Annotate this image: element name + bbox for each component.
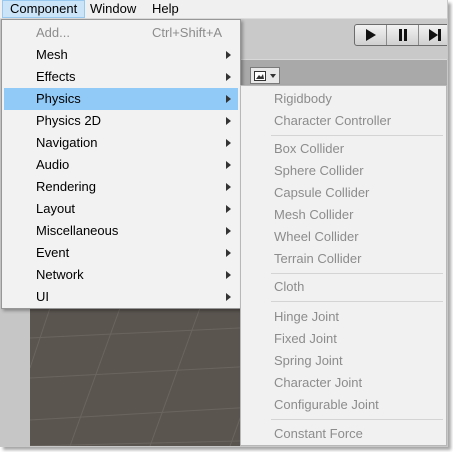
play-button[interactable] — [355, 25, 387, 45]
chevron-right-icon — [226, 73, 231, 81]
menu-item-label: Physics — [36, 91, 81, 106]
submenu-item-character-controller[interactable]: Character Controller — [274, 110, 391, 132]
menubar-help[interactable]: Help — [145, 0, 186, 18]
playback-controls — [354, 24, 447, 46]
chevron-right-icon — [226, 249, 231, 257]
menu-item-label: Event — [36, 245, 70, 260]
play-icon — [365, 29, 376, 41]
menu-item-label: Audio — [36, 157, 70, 172]
menu-item-effects[interactable]: Effects — [4, 66, 238, 88]
menu-item-rendering[interactable]: Rendering — [4, 176, 238, 198]
view-mode-dropdown[interactable] — [250, 67, 280, 84]
menu-item-label: Navigation — [36, 135, 98, 150]
menu-item-physics[interactable]: Physics — [4, 88, 238, 110]
menubar: Component Window Help — [0, 0, 447, 19]
step-icon — [428, 29, 441, 41]
chevron-down-icon — [270, 73, 276, 78]
component-menu: Add... Ctrl+Shift+A Mesh Effects Physics… — [1, 19, 241, 309]
chevron-right-icon — [226, 205, 231, 213]
chevron-right-icon — [226, 139, 231, 147]
menu-separator — [271, 419, 443, 420]
submenu-item-mesh-collider[interactable]: Mesh Collider — [274, 204, 353, 226]
chevron-right-icon — [226, 117, 231, 125]
menu-item-label: Mesh — [36, 47, 68, 62]
menu-item-event[interactable]: Event — [4, 242, 238, 264]
chevron-right-icon — [226, 51, 231, 59]
submenu-item-wheel-collider[interactable]: Wheel Collider — [274, 226, 359, 248]
physics-submenu: Rigidbody Character Controller Box Colli… — [240, 85, 447, 446]
submenu-item-hinge-joint[interactable]: Hinge Joint — [274, 306, 339, 328]
submenu-item-character-joint[interactable]: Character Joint — [274, 372, 362, 394]
chevron-right-icon — [226, 227, 231, 235]
menu-item-label: Add... — [36, 25, 70, 40]
menu-separator — [271, 273, 443, 274]
menu-item-label: Layout — [36, 201, 76, 216]
chevron-right-icon — [226, 161, 231, 169]
menu-item-mesh[interactable]: Mesh — [4, 44, 238, 66]
submenu-item-configurable-joint[interactable]: Configurable Joint — [274, 394, 379, 416]
submenu-item-sphere-collider[interactable]: Sphere Collider — [274, 160, 364, 182]
image-icon — [254, 70, 266, 81]
submenu-item-spring-joint[interactable]: Spring Joint — [274, 350, 343, 372]
menu-item-label: Miscellaneous — [36, 223, 119, 238]
pause-button[interactable] — [387, 25, 419, 45]
menu-item-navigation[interactable]: Navigation — [4, 132, 238, 154]
submenu-item-capsule-collider[interactable]: Capsule Collider — [274, 182, 369, 204]
menu-item-miscellaneous[interactable]: Miscellaneous — [4, 220, 238, 242]
submenu-item-cloth[interactable]: Cloth — [274, 276, 304, 298]
editor-window: Component Window Help Add... Ctrl+Shift+… — [0, 0, 448, 447]
chevron-right-icon — [226, 183, 231, 191]
chevron-right-icon — [226, 293, 231, 301]
chevron-right-icon — [226, 95, 231, 103]
menu-item-label: Rendering — [36, 179, 96, 194]
menu-item-shortcut: Ctrl+Shift+A — [152, 25, 223, 40]
submenu-item-constant-force[interactable]: Constant Force — [274, 423, 363, 445]
menu-item-label: Network — [36, 267, 84, 282]
menu-item-physics-2d[interactable]: Physics 2D — [4, 110, 238, 132]
menu-separator — [271, 301, 443, 302]
pause-icon — [398, 29, 407, 41]
menu-item-layout[interactable]: Layout — [4, 198, 238, 220]
menubar-component[interactable]: Component — [2, 0, 86, 18]
menu-item-label: Effects — [36, 69, 76, 84]
menubar-window[interactable]: Window — [83, 0, 143, 18]
step-button[interactable] — [419, 25, 447, 45]
menu-item-label: UI — [36, 289, 49, 304]
chevron-right-icon — [226, 271, 231, 279]
menu-item-network[interactable]: Network — [4, 264, 238, 286]
submenu-item-terrain-collider[interactable]: Terrain Collider — [274, 248, 361, 270]
menu-separator — [271, 135, 443, 136]
menu-item-label: Physics 2D — [36, 113, 102, 128]
menu-item-add: Add... Ctrl+Shift+A — [4, 22, 238, 44]
submenu-item-rigidbody[interactable]: Rigidbody — [274, 88, 332, 110]
submenu-item-fixed-joint[interactable]: Fixed Joint — [274, 328, 337, 350]
menu-item-audio[interactable]: Audio — [4, 154, 238, 176]
submenu-item-box-collider[interactable]: Box Collider — [274, 138, 344, 160]
menu-item-ui[interactable]: UI — [4, 286, 238, 308]
